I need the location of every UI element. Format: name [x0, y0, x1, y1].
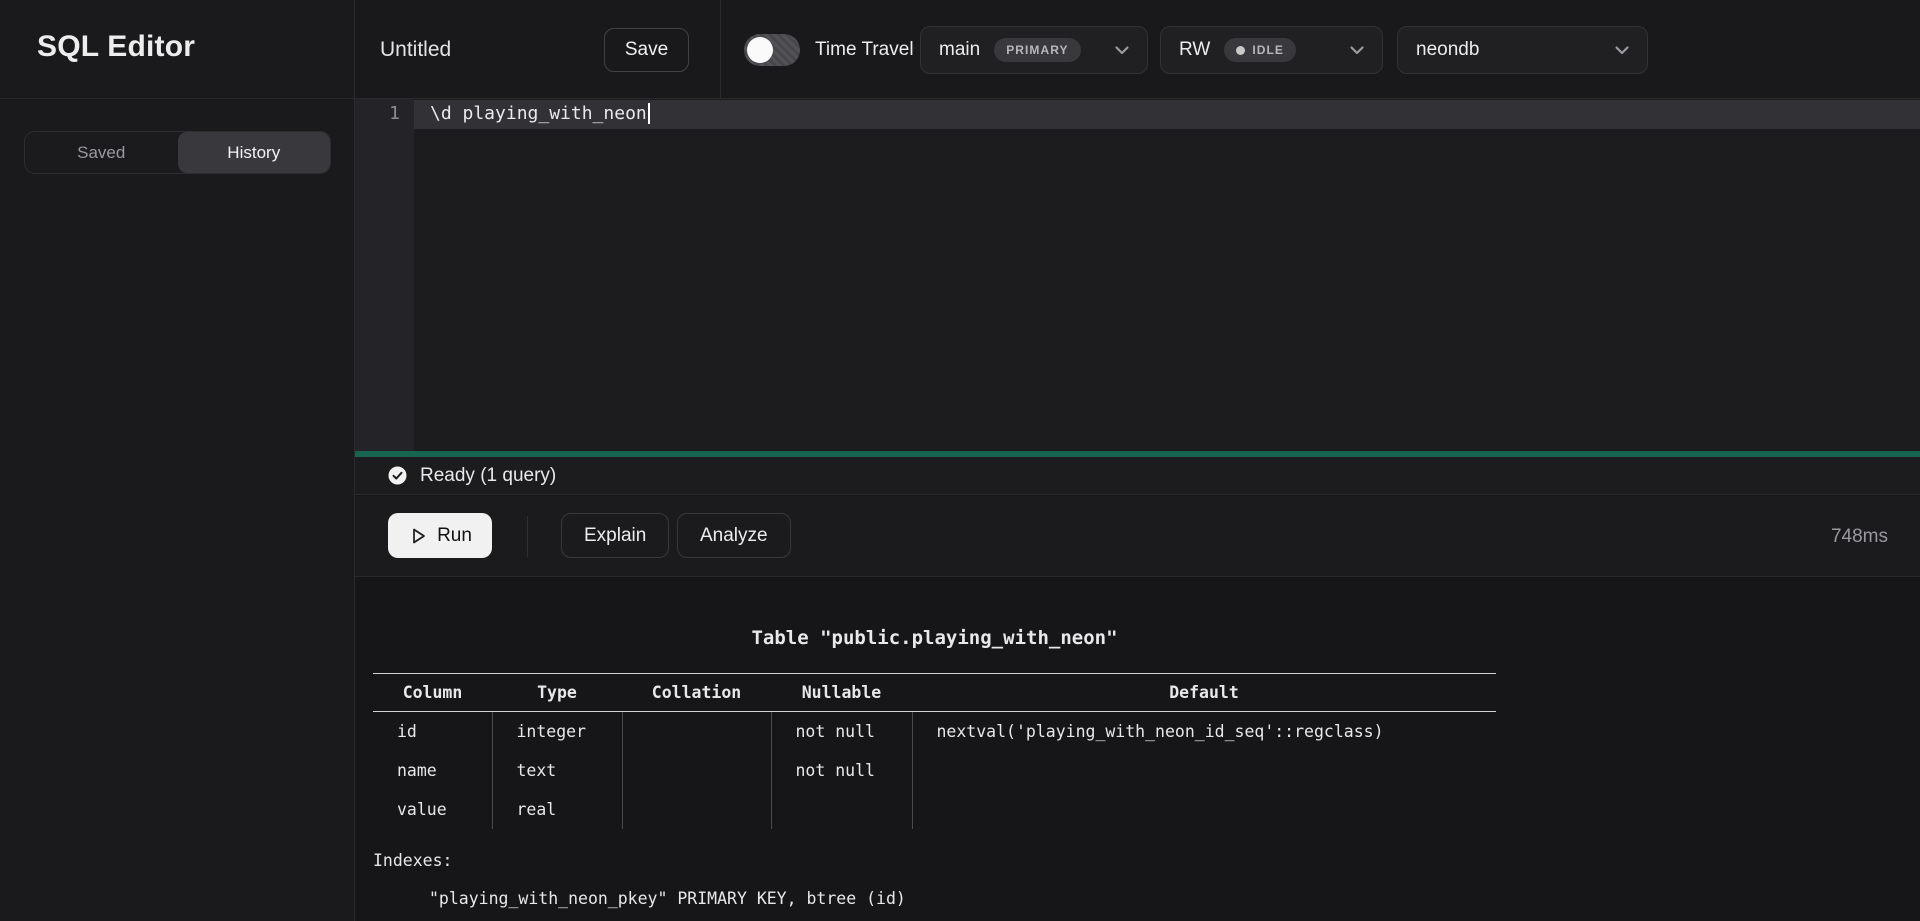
table-row: valuereal — [373, 790, 1496, 829]
compute-name: RW — [1179, 39, 1210, 61]
database-name: neondb — [1416, 39, 1479, 61]
table-cell: text — [492, 751, 622, 790]
code-line[interactable]: \d playing_with_neon — [430, 103, 650, 124]
sql-editor-title: SQL Editor — [37, 30, 195, 64]
results-table: ColumnTypeCollationNullableDefault idint… — [373, 673, 1496, 829]
toggle-knob — [747, 37, 773, 63]
sql-editor-area[interactable]: 1 \d playing_with_neon — [355, 99, 1920, 451]
table-row: idinteger not nullnextval('playing_with_n… — [373, 712, 1496, 751]
chevron-down-icon — [1611, 39, 1633, 61]
table-header-cell: Type — [492, 674, 622, 712]
table-cell: real — [492, 790, 622, 829]
tab-saved[interactable]: Saved — [25, 132, 178, 173]
compute-selector[interactable]: RW IDLE — [1160, 26, 1383, 74]
table-header-cell: Default — [912, 674, 1496, 712]
analyze-button[interactable]: Analyze — [677, 513, 791, 558]
saved-history-segmented-control: Saved History — [24, 131, 331, 174]
code-text: \d playing_with_neon — [430, 103, 647, 124]
table-cell: id — [373, 712, 492, 751]
line-number: 1 — [355, 103, 400, 124]
database-selector[interactable]: neondb — [1397, 26, 1648, 74]
play-icon — [408, 526, 428, 546]
tab-history[interactable]: History — [178, 132, 331, 173]
query-toolbar: Run Explain Analyze 748ms — [355, 496, 1920, 577]
explain-button[interactable]: Explain — [561, 513, 669, 558]
text-cursor — [648, 103, 650, 124]
table-cell: not null — [771, 751, 912, 790]
table-row: nametext not null — [373, 751, 1496, 790]
table-cell — [771, 790, 912, 829]
index-entry: "playing_with_neon_pkey" PRIMARY KEY, bt… — [373, 880, 1496, 918]
primary-badge: PRIMARY — [994, 38, 1080, 62]
run-button[interactable]: Run — [388, 513, 492, 558]
time-travel-label: Time Travel — [815, 0, 914, 99]
table-header-row: ColumnTypeCollationNullableDefault — [373, 674, 1496, 712]
indexes-label: Indexes: — [373, 842, 1496, 880]
results-content: Table "public.playing_with_neon" ColumnT… — [373, 577, 1496, 918]
top-bar: Untitled Save Time Travel main PRIMARY R… — [355, 0, 1920, 99]
table-cell — [622, 751, 771, 790]
save-button[interactable]: Save — [604, 28, 689, 72]
idle-badge: IDLE — [1224, 38, 1296, 62]
toolbar-divider — [527, 516, 528, 557]
table-cell: value — [373, 790, 492, 829]
branch-selector[interactable]: main PRIMARY — [920, 26, 1148, 74]
idle-status-text: IDLE — [1252, 43, 1284, 57]
branch-name: main — [939, 39, 980, 61]
table-cell: nextval('playing_with_neon_id_seq'::regc… — [912, 712, 1496, 751]
sidebar: SQL Editor Saved History — [0, 0, 355, 921]
results-title: Table "public.playing_with_neon" — [373, 627, 1496, 649]
table-cell: integer — [492, 712, 622, 751]
document-title: Untitled — [380, 0, 451, 99]
time-travel-toggle[interactable] — [744, 34, 800, 66]
chevron-down-icon — [1346, 39, 1368, 61]
run-label: Run — [437, 525, 472, 547]
idle-dot-icon — [1236, 46, 1245, 55]
table-header-cell: Collation — [622, 674, 771, 712]
table-cell — [622, 712, 771, 751]
table-header-cell: Column — [373, 674, 492, 712]
table-cell: not null — [771, 712, 912, 751]
chevron-down-icon — [1111, 39, 1133, 61]
results-panel: Table "public.playing_with_neon" ColumnT… — [355, 577, 1920, 921]
header-divider — [720, 0, 721, 98]
sidebar-header: SQL Editor — [0, 0, 354, 99]
table-header-cell: Nullable — [771, 674, 912, 712]
table-cell — [912, 751, 1496, 790]
check-circle-icon — [388, 466, 407, 485]
editor-gutter — [355, 99, 414, 451]
status-text: Ready (1 query) — [420, 465, 556, 487]
query-duration: 748ms — [1831, 496, 1888, 577]
table-cell: name — [373, 751, 492, 790]
table-cell — [912, 790, 1496, 829]
status-bar: Ready (1 query) — [355, 457, 1920, 495]
table-cell — [622, 790, 771, 829]
